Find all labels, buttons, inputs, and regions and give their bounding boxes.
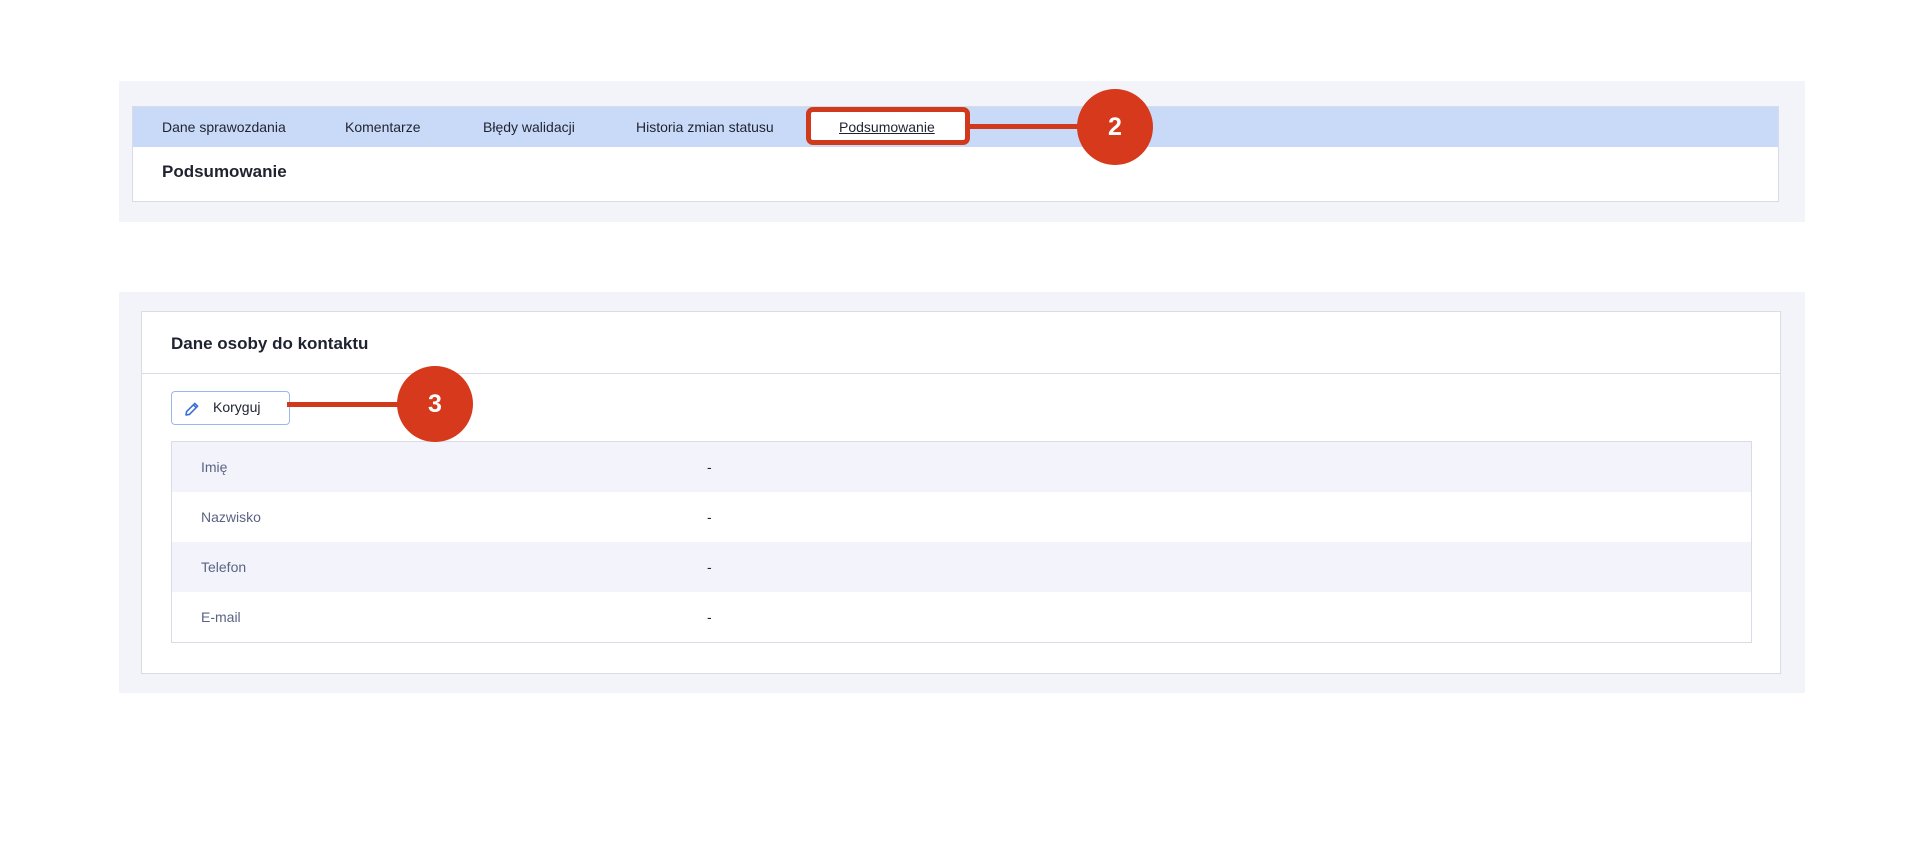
row-label: E-mail (201, 609, 241, 625)
table-row: Imię - (172, 442, 1751, 492)
page-title: Podsumowanie (162, 162, 287, 181)
tabs-card: Dane sprawozdania Komentarze Błędy walid… (132, 106, 1779, 202)
tab-historia-zmian-statusu[interactable]: Historia zmian statusu (636, 107, 774, 147)
pencil-icon (183, 400, 201, 418)
tab-bar: Dane sprawozdania Komentarze Błędy walid… (133, 107, 1778, 147)
contact-panel: Dane osoby do kontaktu Koryguj Imię - Na… (119, 292, 1805, 693)
table-row: E-mail - (172, 592, 1751, 642)
callout-badge: 3 (397, 366, 473, 442)
table-row: Nazwisko - (172, 492, 1751, 542)
edit-button-label: Koryguj (213, 399, 261, 415)
row-label: Imię (201, 459, 228, 475)
callout-connector (287, 402, 403, 407)
row-label: Telefon (201, 559, 247, 575)
row-value: - (707, 609, 712, 625)
contact-card: Dane osoby do kontaktu Koryguj Imię - Na… (141, 311, 1781, 674)
callout-badge: 2 (1077, 89, 1153, 165)
table-row: Telefon - (172, 542, 1751, 592)
contact-details-table: Imię - Nazwisko - Telefon - E-mail - (171, 441, 1752, 643)
tab-komentarze[interactable]: Komentarze (345, 107, 420, 147)
row-value: - (707, 509, 712, 525)
divider (142, 373, 1780, 374)
row-value: - (707, 559, 712, 575)
tab-bledy-walidacji[interactable]: Błędy walidacji (483, 107, 575, 147)
row-label: Nazwisko (201, 509, 261, 525)
tab-dane-sprawozdania[interactable]: Dane sprawozdania (162, 107, 286, 147)
edit-button[interactable]: Koryguj (171, 391, 290, 425)
tab-podsumowanie[interactable]: Podsumowanie (839, 107, 935, 147)
section-title: Dane osoby do kontaktu (171, 334, 369, 353)
row-value: - (707, 459, 712, 475)
callout-connector (969, 124, 1083, 129)
tabs-panel: Dane sprawozdania Komentarze Błędy walid… (119, 81, 1805, 222)
